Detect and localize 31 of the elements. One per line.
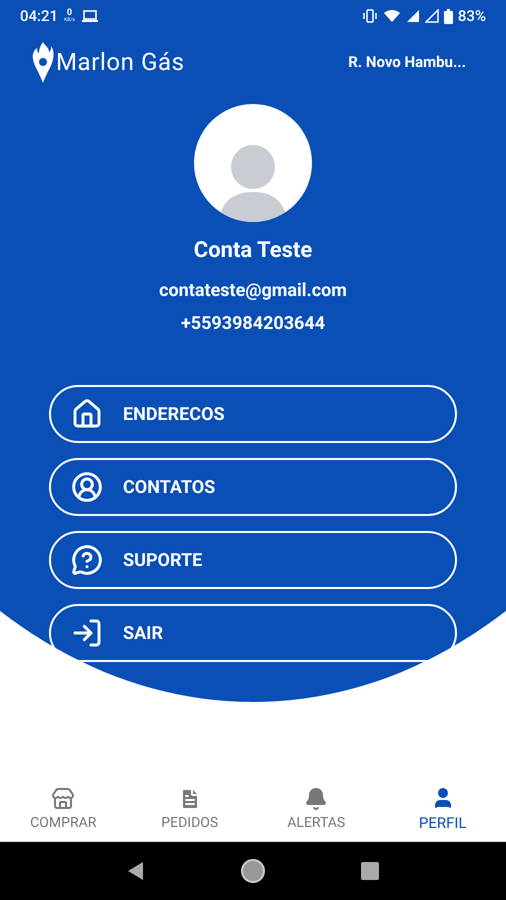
nav-tab[interactable]: ALERTAS bbox=[253, 787, 380, 834]
nav-tab[interactable]: COMPRAR bbox=[0, 787, 126, 834]
square-icon[interactable] bbox=[360, 862, 379, 880]
net-speed: 0 bbox=[66, 9, 72, 18]
brand-name: Marlon Gás bbox=[56, 47, 185, 78]
profile-name: Conta Teste bbox=[194, 237, 312, 265]
nav-tab[interactable]: PERFIL bbox=[380, 786, 506, 835]
flame-pin-icon bbox=[32, 40, 54, 84]
home-circle-icon[interactable] bbox=[240, 858, 266, 884]
user-circle-icon bbox=[71, 471, 103, 503]
menu-button[interactable]: SUPORTE bbox=[49, 531, 457, 589]
signal-icon bbox=[406, 9, 420, 23]
laptop-icon bbox=[80, 9, 99, 23]
wifi-icon bbox=[382, 9, 401, 23]
menu-button[interactable]: CONTATOS bbox=[49, 458, 457, 516]
bell-icon bbox=[304, 787, 328, 811]
menu-button[interactable]: ENDERECOS bbox=[49, 385, 457, 443]
battery-percent: 83% bbox=[458, 6, 486, 27]
address-label[interactable]: R. Novo Hambu... bbox=[348, 50, 466, 74]
status-time: 04:21 bbox=[20, 6, 58, 27]
store-icon bbox=[51, 787, 76, 811]
signal-icon bbox=[424, 9, 439, 23]
nav-tab[interactable]: PEDIDOS bbox=[126, 787, 253, 834]
profile-phone: +5593984203644 bbox=[180, 312, 326, 336]
house-icon bbox=[71, 398, 103, 430]
menu-button[interactable]: SAIR bbox=[49, 604, 457, 662]
help-icon bbox=[71, 544, 103, 576]
logout-icon bbox=[71, 617, 103, 649]
back-icon[interactable] bbox=[127, 861, 146, 881]
profile-email: contateste@gmail.com bbox=[159, 279, 347, 303]
vibrate-icon bbox=[362, 9, 378, 23]
